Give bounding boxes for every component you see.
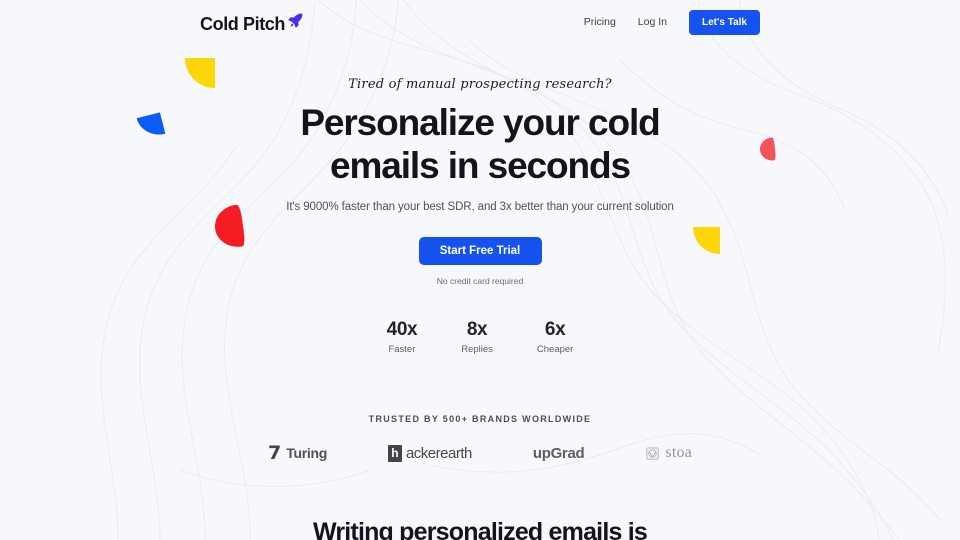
turing-mark-icon: 7 xyxy=(268,441,282,464)
trusted-by-title: TRUSTED BY 500+ BRANDS WORLDWIDE xyxy=(368,413,592,424)
upgrad-wordmark: upGrad xyxy=(532,444,585,462)
hackerearth-mark-icon: h xyxy=(387,444,402,462)
cta-note: No credit card required xyxy=(436,276,524,286)
stat-item-faster: 40x Faster xyxy=(387,319,418,355)
hackerearth-wordmark: ackerearth xyxy=(405,444,472,462)
brand-logo[interactable]: Cold Pitch xyxy=(200,12,304,33)
lets-talk-button[interactable]: Let's Talk xyxy=(689,9,760,35)
stat-value: 40x xyxy=(386,319,418,340)
trusted-by-section: TRUSTED BY 500+ BRANDS WORLDWIDE 7 Turin… xyxy=(0,414,960,463)
site-header: Cold Pitch Pricing Log In Let's Talk xyxy=(0,0,960,44)
client-logo-stoa[interactable]: stoa xyxy=(645,444,692,462)
stat-label: Cheaper xyxy=(536,343,574,355)
stat-label: Faster xyxy=(388,343,416,355)
nav-link-login[interactable]: Log In xyxy=(638,16,667,28)
stat-value: 6x xyxy=(544,319,566,340)
stats-group: 40x Faster 8x Replies 6x Cheaper xyxy=(0,319,960,355)
client-logo-turing[interactable]: 7 Turing xyxy=(268,441,327,464)
next-section-peek: Writing personalized emails is xyxy=(0,517,960,540)
nav-link-pricing[interactable]: Pricing xyxy=(584,16,616,28)
hero-cta-group: Start Free Trial No credit card required xyxy=(0,237,960,286)
hero-title: Personalize your cold emails in seconds xyxy=(0,104,960,184)
stoa-wordmark: stoa xyxy=(665,444,692,462)
turing-wordmark: Turing xyxy=(286,445,327,462)
stat-label: Replies xyxy=(461,343,493,355)
client-logo-hackerearth[interactable]: h ackerearth xyxy=(387,444,472,462)
main-nav: Pricing Log In Let's Talk xyxy=(584,9,760,35)
stat-item-cheaper: 6x Cheaper xyxy=(537,319,573,355)
stoa-emblem-icon xyxy=(646,447,659,460)
hero-subtitle: It's 9000% faster than your best SDR, an… xyxy=(286,201,674,213)
hero-title-line-1: Personalize your cold xyxy=(300,102,660,143)
rocket-icon xyxy=(288,12,303,27)
next-section-title: Writing personalized emails is xyxy=(313,517,648,540)
hero-section: Tired of manual prospecting research? Pe… xyxy=(0,44,960,355)
brand-name: Cold Pitch xyxy=(200,13,285,34)
hero-eyebrow: Tired of manual prospecting research? xyxy=(348,77,612,92)
start-free-trial-button[interactable]: Start Free Trial xyxy=(418,237,542,265)
hero-title-line-2: emails in seconds xyxy=(329,145,631,186)
client-logo-row: 7 Turing h ackerearth upGrad stoa xyxy=(0,441,960,464)
stat-item-replies: 8x Replies xyxy=(461,319,493,355)
client-logo-upgrad[interactable]: upGrad xyxy=(533,445,585,462)
stat-value: 8x xyxy=(466,319,488,340)
